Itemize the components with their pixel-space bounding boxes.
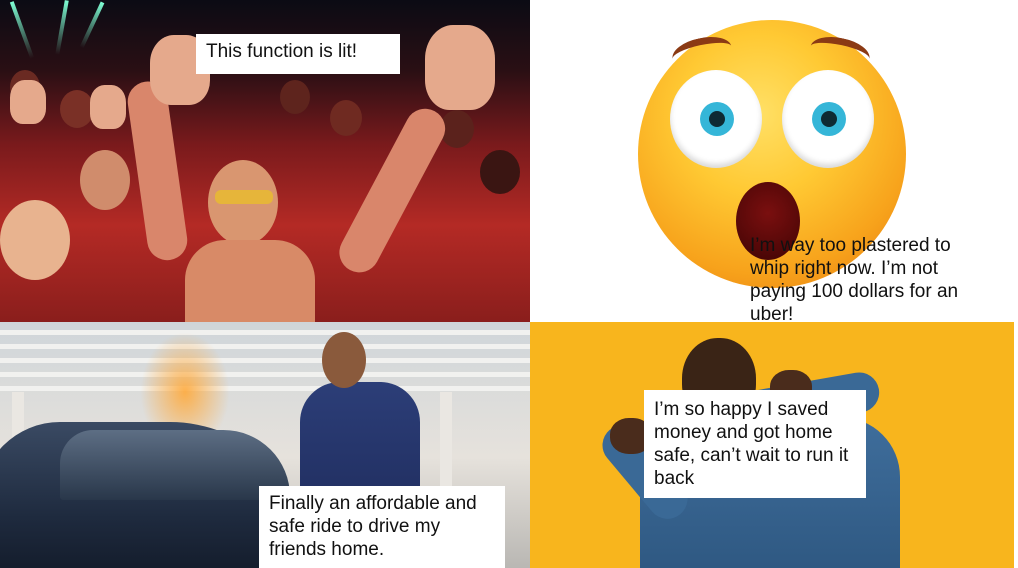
left-eye [670,70,762,168]
caption-saved-money: I’m so happy I saved money and got home … [644,390,866,498]
sunglasses [215,190,273,204]
crowd-head [480,150,520,194]
carport-slat [0,330,530,335]
raised-hand [10,80,46,124]
dancer-left-arm [125,78,190,263]
right-pupil [821,111,837,127]
right-eye [782,70,874,168]
carport-slat [0,358,530,363]
crowd-face [80,150,130,210]
caption-too-plastered: I’m way too plastered to whip right now.… [750,235,959,322]
left-iris [700,102,734,136]
dancer-torso [185,240,315,322]
left-eyebrow [669,32,735,73]
car-ride-panel: Finally an affordable and safe ride to d… [0,322,530,568]
carport-slat [0,372,530,377]
shocked-emoji-panel: I’m way too plastered to whip right now.… [530,0,1018,322]
car-window [60,430,290,500]
crowd-head [60,90,94,128]
carport-slat [0,386,530,391]
happy-man-panel: I’m so happy I saved money and got home … [530,322,1014,568]
raised-hand [425,25,495,110]
crowd-head [280,80,310,114]
caption-affordable-ride: Finally an affordable and safe ride to d… [259,486,505,568]
raised-hand [90,85,126,129]
stage-light-decor [79,1,105,49]
woman-face [0,200,70,280]
stage-light-decor [55,0,69,55]
carport-slat [0,344,530,349]
left-pupil [709,111,725,127]
right-iris [812,102,846,136]
right-eyebrow [807,32,873,73]
caption-function-lit: This function is lit! [196,34,400,74]
stage-light-decor [9,1,35,59]
party-crowd-panel: This function is lit! [0,0,530,322]
man-head [322,332,366,388]
crowd-head [330,100,362,136]
